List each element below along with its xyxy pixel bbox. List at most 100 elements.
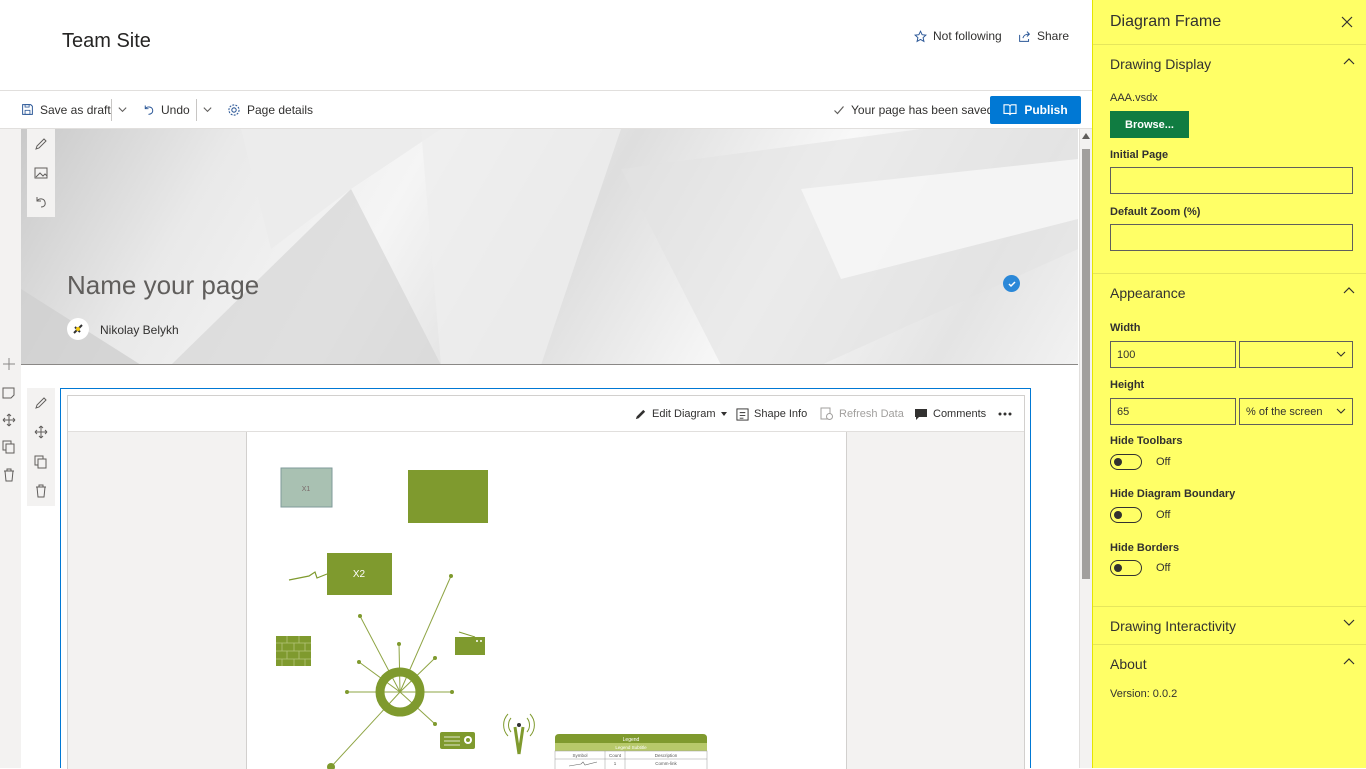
edit-diagram-label: Edit Diagram [652, 408, 716, 420]
scroll-up-icon[interactable] [1082, 133, 1090, 139]
version-text: Version: 0.0.2 [1110, 688, 1178, 700]
move-icon[interactable] [27, 418, 55, 448]
undo-label: Undo [161, 102, 190, 117]
close-icon[interactable] [1341, 16, 1353, 28]
star-icon [914, 29, 927, 43]
save-draft-button[interactable]: Save as draft [21, 91, 111, 128]
section-drawing-display[interactable]: Drawing Display [1093, 44, 1366, 82]
edit-diagram-button[interactable]: Edit Diagram [634, 406, 727, 422]
toggle-knob [1114, 511, 1122, 519]
property-pane: Diagram Frame Drawing Display AAA.vsdx B… [1092, 0, 1366, 768]
checkmark-icon [833, 104, 845, 116]
file-name: AAA.vsdx [1110, 92, 1158, 104]
save-status: Your page has been saved [833, 91, 993, 128]
hide-borders-toggle[interactable] [1110, 560, 1142, 576]
shape-info-button[interactable]: Shape Info [736, 406, 807, 422]
share-button[interactable]: Share [1018, 28, 1069, 44]
legend-title: Legend [623, 737, 640, 743]
legend-col-count: Count [609, 753, 622, 758]
chevron-up-icon [1343, 657, 1355, 665]
initial-page-input[interactable] [1110, 167, 1353, 194]
firewall-shape[interactable] [276, 636, 311, 666]
diagram-canvas[interactable]: X1 X2 Legend Legend Subtitle Symbol Coun… [246, 432, 847, 769]
publish-label: Publish [1024, 103, 1068, 117]
shape-rectangle[interactable] [408, 470, 488, 523]
add-section-icon[interactable] [2, 357, 16, 371]
legend-table[interactable]: Legend Legend Subtitle Symbol Count Desc… [554, 734, 708, 769]
antenna-shape[interactable] [503, 713, 535, 755]
shape-info-icon [736, 407, 749, 421]
edit-pencil-icon[interactable] [27, 129, 55, 158]
legend-col-description: Description [655, 753, 678, 758]
undo-button[interactable]: Undo [142, 91, 190, 128]
save-options-dropdown[interactable] [117, 91, 128, 128]
checkmark-icon [1003, 275, 1020, 292]
default-zoom-label: Default Zoom (%) [1110, 206, 1201, 218]
follow-button[interactable]: Not following [914, 28, 1002, 44]
hide-toolbars-state: Off [1156, 456, 1171, 468]
comments-button[interactable]: Comments [914, 406, 986, 422]
legend-col-symbol: Symbol [572, 753, 587, 758]
width-input[interactable]: 100 [1110, 341, 1236, 368]
ellipsis-icon [998, 412, 1012, 416]
site-header: Team Site Not following Share [0, 0, 1092, 90]
delete-section-icon[interactable] [2, 468, 16, 482]
command-bar: Save as draft Undo Page details Your pag… [0, 90, 1092, 129]
change-image-icon[interactable] [27, 158, 55, 187]
device-shape[interactable] [440, 732, 475, 749]
page-details-button[interactable]: Page details [227, 91, 313, 128]
edit-section-icon[interactable] [2, 386, 16, 400]
diagram-webpart[interactable]: Edit Diagram Shape Info Refresh Data Com… [60, 388, 1031, 769]
site-title[interactable]: Team Site [62, 30, 151, 53]
legend-subtitle: Legend Subtitle [615, 745, 647, 750]
hide-borders-state: Off [1156, 562, 1171, 574]
undo-icon [142, 103, 155, 116]
section-drawing-interactivity[interactable]: Drawing Interactivity [1093, 606, 1366, 644]
section-about-label: About [1110, 656, 1147, 672]
refresh-data-button[interactable]: Refresh Data [820, 406, 904, 422]
reset-icon[interactable] [27, 188, 55, 217]
page-scrollbar[interactable] [1079, 129, 1092, 768]
height-input[interactable]: 65 [1110, 398, 1236, 425]
section-about[interactable]: About [1093, 644, 1366, 682]
share-icon [1018, 30, 1031, 43]
page-title[interactable]: Name your page [67, 270, 259, 301]
author-avatar [67, 318, 89, 340]
router-shape[interactable] [455, 631, 485, 655]
height-unit-dropdown[interactable]: % of the screen [1239, 398, 1353, 425]
hide-toolbars-toggle[interactable] [1110, 454, 1142, 470]
legend-row-description: Comm-link [655, 761, 677, 766]
refresh-data-label: Refresh Data [839, 408, 904, 420]
chevron-up-icon [1343, 286, 1355, 294]
shape-x2-label: X2 [353, 569, 366, 580]
divider [111, 99, 112, 121]
height-unit-value: % of the screen [1246, 406, 1323, 418]
section-drawing-interactivity-label: Drawing Interactivity [1110, 618, 1237, 634]
default-zoom-input[interactable] [1110, 224, 1353, 251]
caret-down-icon [720, 412, 727, 416]
pane-title: Diagram Frame [1110, 13, 1222, 30]
duplicate-icon[interactable] [27, 447, 55, 477]
section-appearance[interactable]: Appearance [1093, 273, 1366, 311]
scroll-thumb[interactable] [1082, 149, 1090, 579]
initial-page-label: Initial Page [1110, 149, 1169, 161]
refresh-icon [820, 407, 834, 421]
chevron-up-icon [1343, 57, 1355, 65]
follow-label: Not following [933, 29, 1002, 43]
hide-boundary-label: Hide Diagram Boundary [1110, 488, 1236, 500]
shape-x1-label: X1 [302, 486, 311, 493]
chevron-down-icon [1336, 351, 1346, 358]
edit-pencil-icon[interactable] [27, 388, 55, 418]
undo-options-dropdown[interactable] [202, 91, 213, 128]
delete-icon[interactable] [27, 477, 55, 507]
move-section-icon[interactable] [2, 413, 16, 427]
hide-toolbars-label: Hide Toolbars [1110, 435, 1183, 447]
browse-button[interactable]: Browse... [1110, 111, 1189, 138]
save-icon [21, 103, 34, 116]
hide-boundary-toggle[interactable] [1110, 507, 1142, 523]
width-unit-dropdown[interactable] [1239, 341, 1353, 368]
more-options-button[interactable] [998, 406, 1012, 422]
duplicate-section-icon[interactable] [2, 440, 16, 454]
book-icon [1003, 104, 1017, 116]
publish-button[interactable]: Publish [990, 96, 1081, 124]
